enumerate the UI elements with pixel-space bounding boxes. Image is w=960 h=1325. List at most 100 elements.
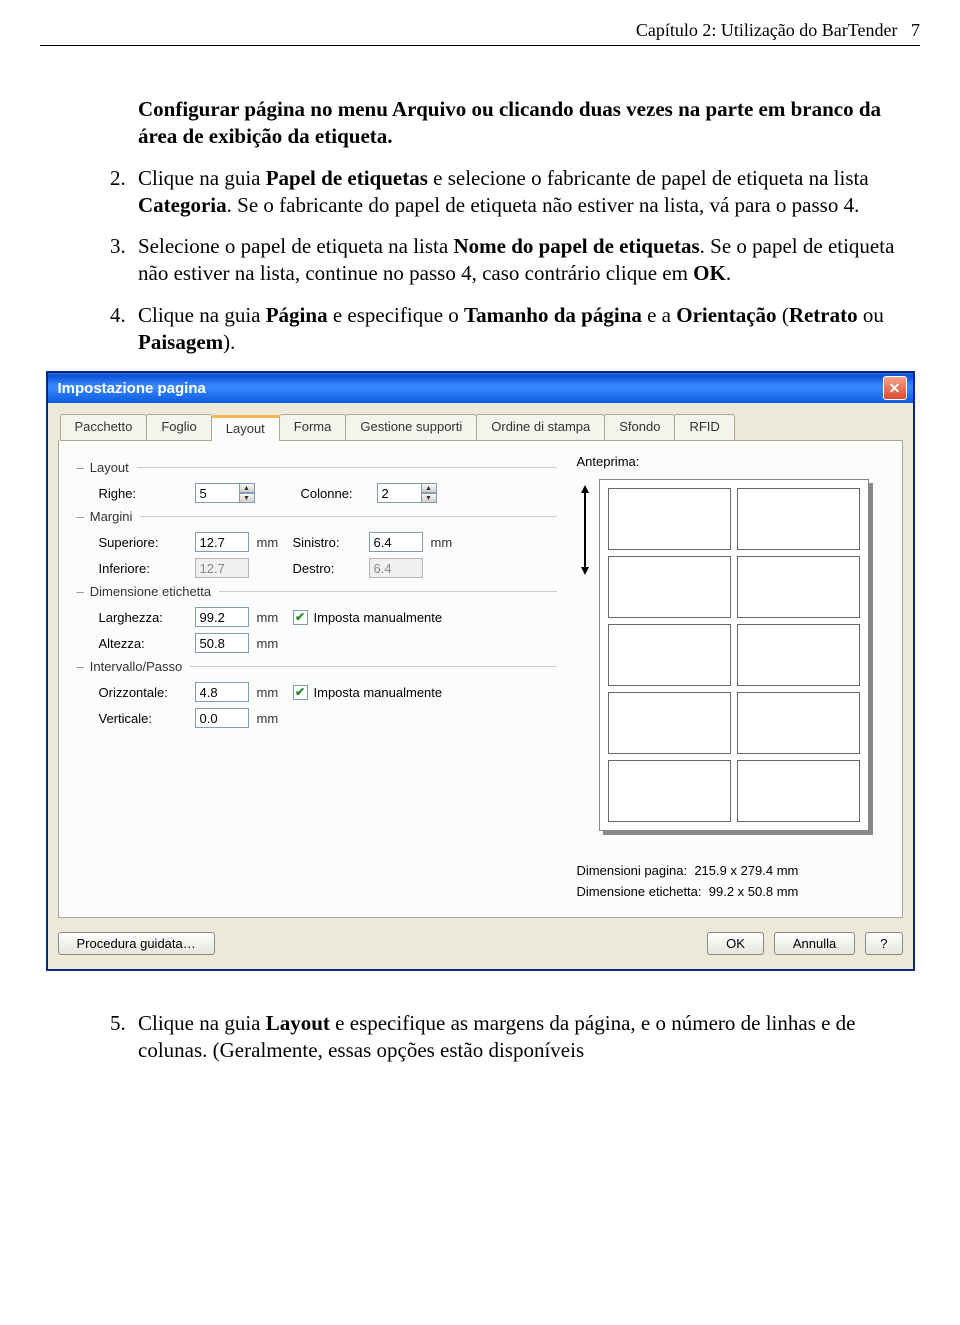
unit-mm: mm	[257, 610, 285, 625]
dim-pagina-label: Dimensioni pagina:	[577, 863, 688, 878]
tab-layout[interactable]: Layout	[211, 415, 280, 441]
altezza-label: Altezza:	[99, 636, 187, 651]
unit-mm: mm	[257, 711, 285, 726]
t: Tamanho da página	[464, 303, 642, 327]
t: Nome do papel de etiquetas	[453, 234, 699, 258]
unit-mm: mm	[431, 535, 459, 550]
tab-ordine-di-stampa[interactable]: Ordine di stampa	[476, 414, 605, 440]
dim-pagina-value: 215.9 x 279.4 mm	[694, 863, 798, 878]
t: Orientação	[676, 303, 776, 327]
anteprima-label: Anteprima:	[577, 454, 888, 469]
page-setup-dialog: Impostazione pagina ✕ Pacchetto Foglio L…	[47, 372, 914, 970]
cancel-button[interactable]: Annulla	[774, 932, 855, 955]
spin-up-icon[interactable]: ▲	[239, 483, 255, 493]
checkbox-checked-icon: ✔	[293, 685, 308, 700]
group-dim-etichetta: Dimensione etichetta	[90, 584, 211, 599]
t: Página	[266, 303, 328, 327]
dimensions-text: Dimensioni pagina: 215.9 x 279.4 mm Dime…	[577, 861, 888, 903]
ok-button[interactable]: OK	[707, 932, 764, 955]
imposta-man-label: Imposta manualmente	[314, 610, 443, 625]
label-cell	[737, 692, 860, 754]
t: e especifique o	[328, 303, 464, 327]
unit-mm: mm	[257, 685, 285, 700]
dialog-title: Impostazione pagina	[58, 380, 206, 397]
verticale-input[interactable]	[195, 708, 249, 728]
t: . Se o fabricante do papel de etiqueta n…	[227, 193, 860, 217]
orizzontale-input[interactable]	[195, 682, 249, 702]
help-button[interactable]: ?	[865, 932, 902, 955]
t: Clique na guia	[138, 1011, 266, 1035]
label-cell	[608, 556, 731, 618]
t: .	[726, 261, 731, 285]
label-cell	[608, 760, 731, 822]
unit-mm: mm	[257, 636, 285, 651]
t: ou	[858, 303, 884, 327]
verticale-label: Verticale:	[99, 711, 187, 726]
t: Clique na guia	[138, 166, 266, 190]
intro-para: Configurar página no menu Arquivo ou cli…	[138, 96, 920, 151]
close-icon: ✕	[889, 380, 901, 397]
wizard-button[interactable]: Procedura guidata…	[58, 932, 215, 955]
page-number: 7	[911, 20, 920, 40]
intro-para-text: Configurar página no menu Arquivo ou cli…	[138, 97, 881, 148]
orizzontale-label: Orizzontale:	[99, 685, 187, 700]
vertical-arrow-icon	[577, 485, 593, 575]
larghezza-label: Larghezza:	[99, 610, 187, 625]
unit-mm: mm	[257, 535, 285, 550]
step-5: 5. Clique na guia Layout e especifique a…	[110, 1010, 920, 1065]
step-4-num: 4.	[110, 302, 138, 357]
t: Layout	[266, 1011, 330, 1035]
step-5-num: 5.	[110, 1010, 138, 1065]
t: (	[777, 303, 789, 327]
group-intervallo: Intervallo/Passo	[90, 659, 183, 674]
tab-gestione-supporti[interactable]: Gestione supporti	[345, 414, 477, 440]
sinistro-input[interactable]	[369, 532, 423, 552]
tab-sfondo[interactable]: Sfondo	[604, 414, 675, 440]
larghezza-input[interactable]	[195, 607, 249, 627]
t: e a	[642, 303, 676, 327]
spin-down-icon[interactable]: ▼	[421, 493, 437, 503]
spin-up-icon[interactable]: ▲	[421, 483, 437, 493]
righe-input[interactable]	[195, 483, 243, 503]
superiore-label: Superiore:	[99, 535, 187, 550]
label-cell	[737, 488, 860, 550]
sinistro-label: Sinistro:	[293, 535, 361, 550]
step-3: 3. Selecione o papel de etiqueta na list…	[110, 233, 920, 288]
t: Papel de etiquetas	[266, 166, 428, 190]
label-cell	[608, 624, 731, 686]
label-preview	[599, 479, 869, 831]
t: OK	[693, 261, 726, 285]
imposta-man-2[interactable]: ✔ Imposta manualmente	[293, 685, 443, 700]
label-cell	[737, 624, 860, 686]
label-cell	[737, 556, 860, 618]
t: Paisagem	[138, 330, 223, 354]
colonne-input[interactable]	[377, 483, 425, 503]
inferiore-label: Inferiore:	[99, 561, 187, 576]
label-cell	[737, 760, 860, 822]
imposta-man-1[interactable]: ✔ Imposta manualmente	[293, 610, 443, 625]
t: Categoria	[138, 193, 227, 217]
superiore-input[interactable]	[195, 532, 249, 552]
label-cell	[608, 488, 731, 550]
tab-foglio[interactable]: Foglio	[146, 414, 211, 440]
tab-pacchetto[interactable]: Pacchetto	[60, 414, 148, 440]
destro-label: Destro:	[293, 561, 361, 576]
t: e selecione o fabricante de papel de eti…	[428, 166, 869, 190]
spin-down-icon[interactable]: ▼	[239, 493, 255, 503]
chapter-title: Capítulo 2: Utilização do BarTender	[636, 20, 898, 40]
tab-strip: Pacchetto Foglio Layout Forma Gestione s…	[60, 414, 903, 441]
tab-forma[interactable]: Forma	[279, 414, 347, 440]
group-margini: Margini	[90, 509, 133, 524]
t: Retrato	[789, 303, 858, 327]
step-2: 2. Clique na guia Papel de etiquetas e s…	[110, 165, 920, 220]
t: ).	[223, 330, 235, 354]
tab-rfid[interactable]: RFID	[674, 414, 734, 440]
imposta-man-label-2: Imposta manualmente	[314, 685, 443, 700]
t: Selecione o papel de etiqueta na lista	[138, 234, 453, 258]
righe-label: Righe:	[99, 486, 187, 501]
close-button[interactable]: ✕	[883, 376, 907, 400]
inferiore-input	[195, 558, 249, 578]
t: Clique na guia	[138, 303, 266, 327]
dialog-titlebar: Impostazione pagina ✕	[48, 373, 913, 403]
altezza-input[interactable]	[195, 633, 249, 653]
